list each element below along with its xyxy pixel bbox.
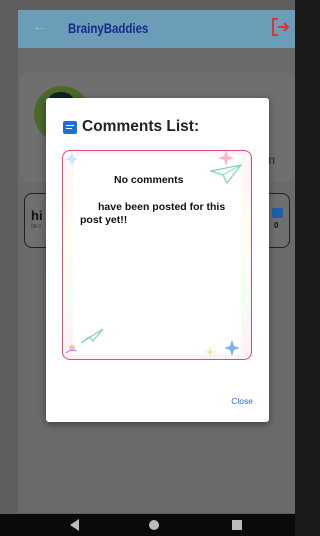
- flower-icon: [218, 151, 234, 166]
- star-icon: [224, 340, 240, 356]
- star-icon: [66, 152, 78, 166]
- no-comments-line-2: have been posted for this: [98, 201, 226, 213]
- comment-icon[interactable]: [272, 208, 283, 218]
- comment-icon: [63, 120, 77, 134]
- screen: ← BrainyBaddies n hi 08-0 0 Comments Lis…: [0, 0, 295, 536]
- app-bar: ← BrainyBaddies: [18, 10, 295, 48]
- no-comments-line-3: post yet!!: [80, 214, 128, 226]
- no-comments-text: No comments: [114, 174, 184, 186]
- comment-count: 0: [274, 221, 279, 230]
- flower-icon: [204, 346, 216, 358]
- nav-recents-icon[interactable]: [232, 520, 242, 530]
- dialog-title: Comments List:: [82, 118, 200, 135]
- app-title: BrainyBaddies: [68, 20, 149, 36]
- post-comments[interactable]: 0: [266, 193, 290, 248]
- nav-back-icon[interactable]: [70, 519, 79, 531]
- post-timestamp: 08-0: [31, 224, 42, 230]
- profile-partial-text: n: [268, 153, 275, 167]
- dialog-title-row: Comments List:: [63, 118, 199, 136]
- system-nav-bar: [0, 514, 295, 536]
- close-button[interactable]: Close: [231, 396, 253, 406]
- no-comments-subtext: have been posted for this post yet!!: [80, 201, 254, 227]
- paper-plane-icon: [80, 328, 104, 344]
- nav-home-icon[interactable]: [149, 520, 159, 530]
- flower-icon: [65, 345, 78, 354]
- arrow-left-icon[interactable]: ←: [32, 18, 48, 36]
- post-text: hi: [31, 208, 43, 223]
- comments-dialog: Comments List: No comments have been pos…: [46, 98, 269, 422]
- logout-icon[interactable]: [269, 16, 291, 38]
